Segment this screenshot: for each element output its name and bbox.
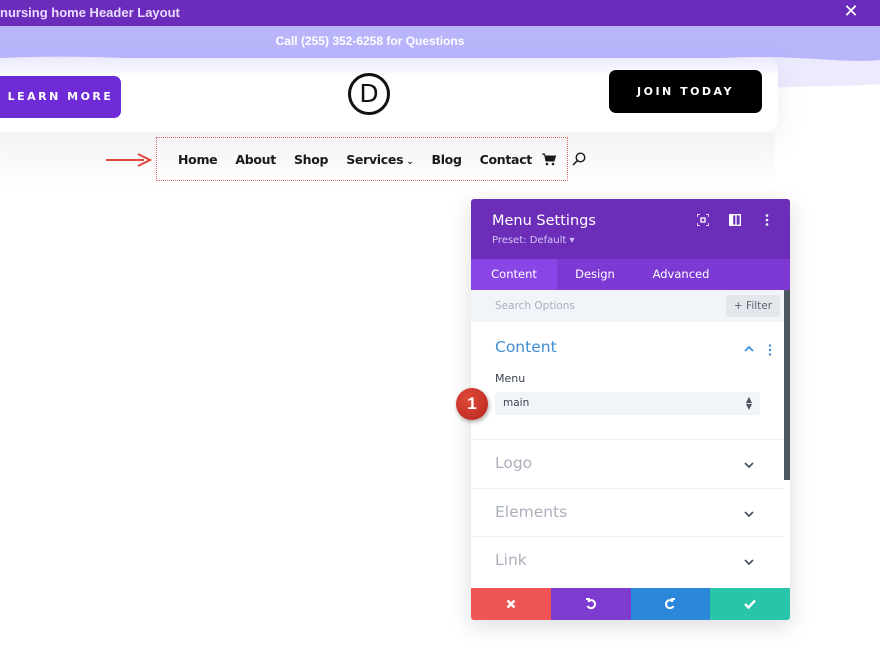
- screen: nursing home Header Layout ✕ Call (255) …: [0, 0, 880, 654]
- panel-scrollbar[interactable]: [784, 290, 790, 480]
- more-icon[interactable]: [760, 213, 774, 227]
- select-arrows-icon: ▲ ▼: [745, 395, 752, 411]
- nav-item-shop[interactable]: Shop: [294, 152, 329, 167]
- section-link-label: Link: [495, 551, 527, 569]
- expand-icon[interactable]: [696, 213, 710, 227]
- search-icon[interactable]: [572, 152, 586, 166]
- chevron-up-icon[interactable]: [744, 344, 754, 354]
- preset-dropdown[interactable]: Preset: Default ▾: [492, 235, 574, 246]
- nav-item-contact[interactable]: Contact: [480, 152, 533, 167]
- chevron-down-icon: ⌄: [406, 156, 414, 167]
- undo-icon: [585, 598, 596, 610]
- cancel-button[interactable]: [471, 588, 551, 620]
- search-options-bar: Search Options + Filter: [471, 290, 784, 322]
- check-icon: [744, 599, 757, 609]
- main-navigation: Home About Shop Services ⌄ Blog Contact: [178, 150, 586, 168]
- arrow-right-icon: [106, 153, 152, 167]
- search-options-input[interactable]: Search Options: [495, 300, 575, 312]
- menu-select[interactable]: main ▲ ▼: [495, 392, 760, 415]
- panel-header: Menu Settings Preset: Default ▾: [471, 199, 790, 259]
- redo-button[interactable]: [630, 588, 711, 620]
- panel-footer: [471, 588, 790, 620]
- chevron-down-icon[interactable]: [744, 557, 754, 567]
- filter-button[interactable]: + Filter: [726, 295, 780, 317]
- learn-more-button[interactable]: LEARN MORE: [0, 76, 121, 118]
- nav-item-services-label: Services: [346, 151, 404, 167]
- site-logo[interactable]: D: [348, 73, 390, 115]
- section-content-toggle[interactable]: Content: [495, 338, 557, 356]
- section-elements[interactable]: Elements: [471, 489, 784, 537]
- redo-icon: [665, 598, 676, 610]
- step-number-badge: 1: [456, 388, 488, 420]
- panel-scroll-track: [784, 480, 790, 588]
- nav-item-home[interactable]: Home: [178, 152, 218, 167]
- tab-content[interactable]: Content: [471, 259, 557, 290]
- join-today-button[interactable]: JOIN TODAY: [609, 70, 762, 113]
- save-button[interactable]: [710, 588, 790, 620]
- section-logo[interactable]: Logo: [471, 440, 784, 489]
- section-link[interactable]: Link: [471, 537, 784, 587]
- nav-item-blog[interactable]: Blog: [431, 152, 461, 167]
- section-content: Content Menu main ▲ ▼: [471, 322, 784, 440]
- panel-title: Menu Settings: [492, 213, 596, 229]
- tab-design[interactable]: Design: [557, 259, 633, 290]
- window-title: nursing home Header Layout: [0, 5, 180, 20]
- section-logo-label: Logo: [495, 454, 533, 472]
- undo-button[interactable]: [550, 588, 631, 620]
- close-icon[interactable]: ✕: [842, 3, 860, 21]
- close-icon: [506, 599, 516, 609]
- columns-icon[interactable]: [728, 213, 742, 227]
- panel-tabs: Content Design Advanced: [471, 259, 790, 290]
- title-bar: nursing home Header Layout ✕: [0, 0, 880, 26]
- cart-icon[interactable]: [541, 152, 556, 166]
- nav-item-services[interactable]: Services ⌄: [346, 151, 414, 167]
- panel-header-icons: [696, 213, 774, 227]
- tab-advanced[interactable]: Advanced: [633, 259, 729, 290]
- menu-select-value: main: [503, 397, 530, 409]
- chevron-down-icon[interactable]: [744, 509, 754, 519]
- menu-settings-panel: Menu Settings Preset: Default ▾ Content …: [471, 199, 790, 620]
- menu-field-label: Menu: [495, 372, 526, 385]
- section-more-icon[interactable]: [768, 344, 772, 356]
- section-elements-label: Elements: [495, 503, 568, 521]
- chevron-down-icon[interactable]: [744, 460, 754, 470]
- nav-item-about[interactable]: About: [235, 152, 276, 167]
- phone-text: Call (255) 352-6258 for Questions: [275, 34, 465, 48]
